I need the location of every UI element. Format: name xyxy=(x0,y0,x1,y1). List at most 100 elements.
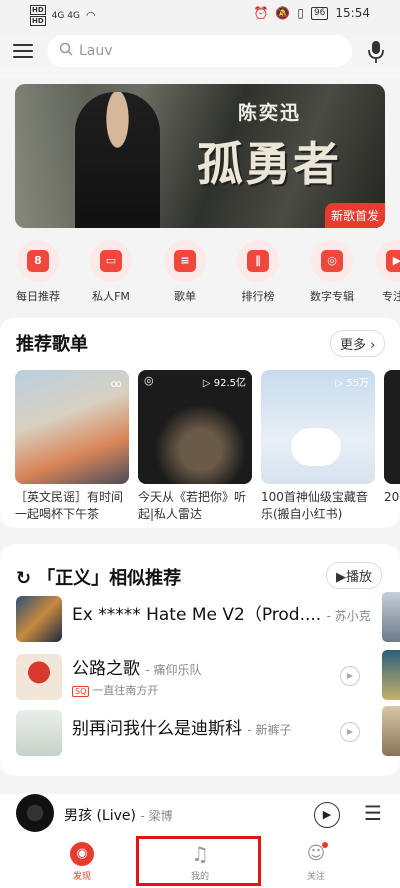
radar-icon: ◎ xyxy=(144,374,154,387)
quick-entry-fm[interactable]: ▭ 私人FM xyxy=(81,240,141,304)
highlight-box xyxy=(136,836,261,886)
now-playing-artist: - 梁博 xyxy=(140,809,173,823)
now-playing-title-text: 男孩 (Live) xyxy=(64,808,136,824)
play-icon[interactable]: ▶ xyxy=(340,666,360,686)
quick-entry-charts[interactable]: ∥ 排行榜 xyxy=(228,240,288,304)
search-icon xyxy=(59,42,73,60)
banner-tag: 新歌首发 xyxy=(324,203,385,228)
song-side-cover xyxy=(382,592,400,642)
quick-entry-focus[interactable]: ▶ 专注 xyxy=(370,240,400,304)
microphone-icon[interactable] xyxy=(366,39,386,65)
song-subtitle: SQ 一直往南方开 xyxy=(72,682,158,698)
song-title: 别再问我什么是迪斯科 - 新裤子 xyxy=(72,714,292,739)
song-artist: - 苏小克 xyxy=(326,609,371,623)
status-bar: HD HD 4G 4G ◠ ⏰ 🔕 ▯ 96 15:54 xyxy=(0,0,400,30)
banner-artist: 陈奕迅 xyxy=(238,102,302,124)
quick-entry-digital-album[interactable]: ◎ 数字专辑 xyxy=(302,240,362,304)
play-count: ▷ 92.5亿 xyxy=(202,378,246,389)
search-input[interactable]: Lauv xyxy=(47,35,352,67)
playlist-name: 今天从《若把你》听起|私人雷达 xyxy=(138,490,247,521)
song-title-text: 别再问我什么是迪斯科 xyxy=(72,719,242,739)
banner-title: 孤勇者 xyxy=(197,137,341,191)
playlist-cover: ▷ 55万 xyxy=(261,370,375,484)
album-icon: ◎ xyxy=(321,250,343,272)
search-placeholder: Lauv xyxy=(79,43,113,59)
playlist-name: ［英文民谣］有时间一起喝杯下午茶 xyxy=(15,490,124,521)
hd-badge: HD xyxy=(30,5,46,15)
tab-follow[interactable]: ☺ 关注 xyxy=(286,842,346,882)
section-title: ↻ 「正义」相似推荐 xyxy=(16,564,181,590)
quick-entry-label: 私人FM xyxy=(92,290,130,303)
song-cover xyxy=(16,710,62,756)
quick-entry-label: 歌单 xyxy=(174,290,196,303)
song-artist: - 新裤子 xyxy=(247,723,292,737)
quick-entry-label: 每日推荐 xyxy=(16,290,60,303)
quick-entry-label: 专注 xyxy=(382,290,400,303)
play-icon[interactable]: ▶ xyxy=(340,722,360,742)
focus-icon: ▶ xyxy=(386,250,400,272)
play-count: ▷ 55万 xyxy=(335,378,369,389)
hd-badge: HD xyxy=(30,16,46,26)
mini-player[interactable]: 男孩 (Live) - 梁博 ▶ ☰ xyxy=(0,794,400,836)
quick-entries: 8 每日推荐 ▭ 私人FM ≡ 歌单 ∥ 排行榜 ◎ 数字专辑 ▶ 专注 xyxy=(0,240,400,310)
tab-label: 发现 xyxy=(72,872,91,882)
playlist-icon: ≡ xyxy=(174,250,196,272)
radio-icon: ▭ xyxy=(100,250,122,272)
quick-entry-label: 数字专辑 xyxy=(310,290,354,303)
section-title-text: 「正义」相似推荐 xyxy=(37,568,182,589)
playlist-card[interactable]: ∞ ［英文民谣］有时间一起喝杯下午茶 xyxy=(15,370,129,523)
play-all-button[interactable]: ▶播放 xyxy=(326,562,383,589)
top-bar: Lauv xyxy=(0,30,400,78)
playlist-name: 20歌 xyxy=(384,490,400,504)
vibrate-icon: ▯ xyxy=(297,6,304,20)
quick-entry-label: 排行榜 xyxy=(241,290,275,303)
song-subtitle-text: 一直往南方开 xyxy=(92,684,159,697)
playlist-cover: ∞ xyxy=(15,370,129,484)
signal-icon: 4G 4G xyxy=(51,10,80,21)
now-playing-cover[interactable] xyxy=(16,794,54,832)
similar-card: ↻ 「正义」相似推荐 ▶播放 Ex ***** Hate Me V2（Prod..… xyxy=(0,544,400,776)
song-cover xyxy=(16,654,62,700)
play-count-value: 55万 xyxy=(346,378,369,389)
song-title-text: 公路之歌 xyxy=(72,659,140,679)
bear-illustration xyxy=(291,428,341,466)
song-title: 公路之歌 - 痛仰乐队 xyxy=(72,654,202,679)
recommend-card: 推荐歌单 更多 › ∞ ［英文民谣］有时间一起喝杯下午茶 ◎ ▷ 92.5亿 今… xyxy=(0,318,400,528)
mute-icon: 🔕 xyxy=(275,6,291,20)
battery-icon: 96 xyxy=(310,6,329,20)
chart-icon: ∥ xyxy=(247,250,269,272)
tab-discover[interactable]: ◉ 发现 xyxy=(52,842,112,882)
more-button[interactable]: 更多 › xyxy=(330,330,386,357)
quick-entry-daily[interactable]: 8 每日推荐 xyxy=(8,240,68,304)
section-title: 推荐歌单 xyxy=(16,334,88,355)
banner[interactable]: 陈奕迅 孤勇者 新歌首发 xyxy=(15,84,385,228)
playlist-card[interactable]: ▷ 55万 100首神仙级宝藏音乐(搬自小红书) xyxy=(261,370,375,523)
song-artist: - 痛仰乐队 xyxy=(145,663,202,677)
notification-dot xyxy=(322,842,328,848)
play-count-value: 92.5亿 xyxy=(213,378,246,389)
song-row[interactable]: Ex ***** Hate Me V2（Prod.... - 苏小克 xyxy=(16,592,400,648)
chevron-right-icon: › xyxy=(370,338,376,353)
playlist-card[interactable]: ◎ ▷ 92.5亿 今天从《若把你》听起|私人雷达 xyxy=(138,370,252,523)
song-title-text: Ex ***** Hate Me V2（Prod.... xyxy=(72,605,322,625)
menu-icon[interactable] xyxy=(13,42,33,60)
clock: 15:54 xyxy=(335,6,370,20)
play-icon: ▶ xyxy=(336,570,346,585)
playlist-name: 100首神仙级宝藏音乐(搬自小红书) xyxy=(261,490,368,521)
playlist-queue-icon[interactable]: ☰ xyxy=(364,803,382,823)
infinity-icon: ∞ xyxy=(109,374,123,393)
calendar-icon: 8 xyxy=(27,250,49,272)
wifi-icon: ◠ xyxy=(85,9,96,22)
song-cover xyxy=(16,596,62,642)
song-row[interactable]: 公路之歌 - 痛仰乐队 SQ 一直往南方开 ▶ xyxy=(16,650,400,706)
song-row[interactable]: 别再问我什么是迪斯科 - 新裤子 ▶ xyxy=(16,706,400,762)
playlist-card[interactable]: 20歌 xyxy=(384,370,400,506)
more-label: 更多 xyxy=(340,338,367,353)
song-title: Ex ***** Hate Me V2（Prod.... - 苏小克 xyxy=(72,600,371,625)
user-icon: ☺ xyxy=(304,842,328,866)
sq-badge: SQ xyxy=(72,686,90,697)
quick-entry-playlist[interactable]: ≡ 歌单 xyxy=(155,240,215,304)
play-button[interactable]: ▶ xyxy=(314,802,340,828)
tab-label: 关注 xyxy=(306,872,325,882)
refresh-icon[interactable]: ↻ xyxy=(16,568,31,589)
